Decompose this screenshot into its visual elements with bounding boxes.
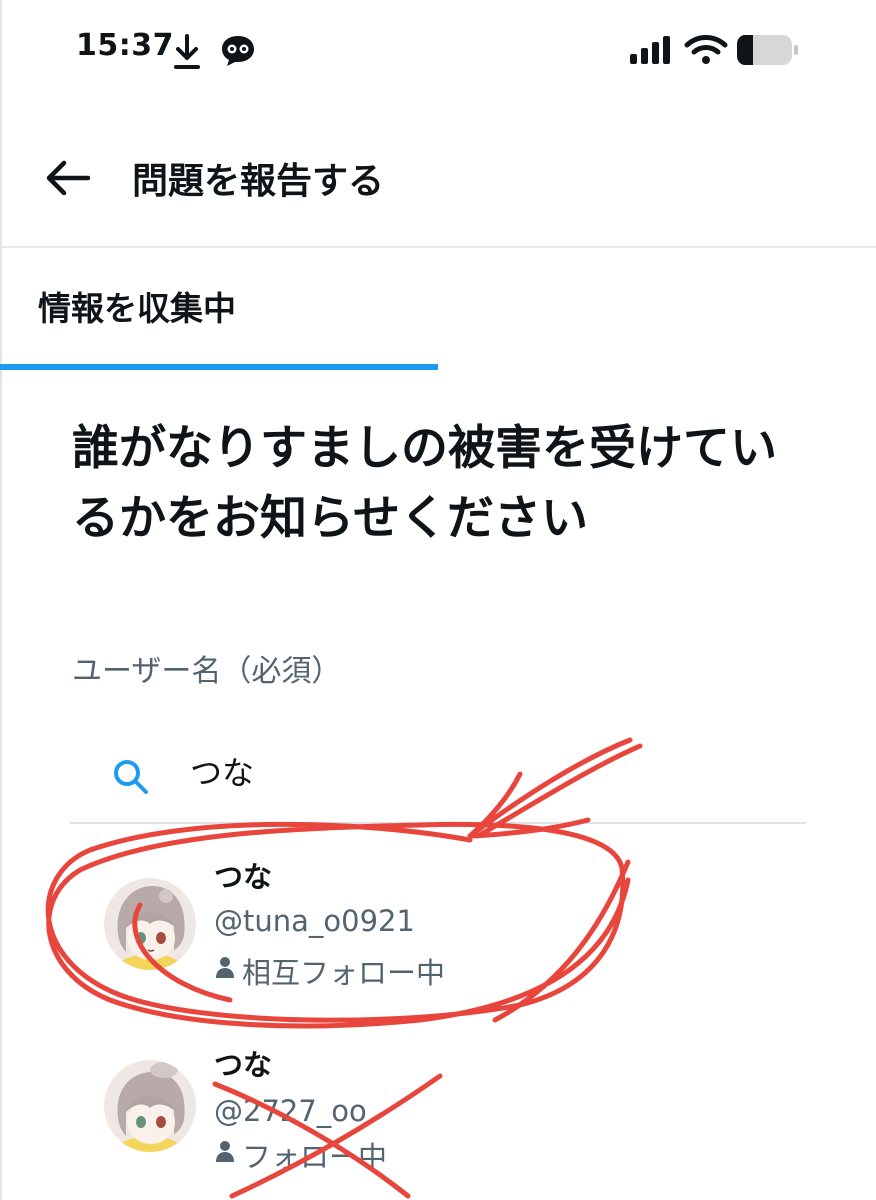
progress-bar [0, 364, 876, 370]
user-handle: @tuna_o0921 [214, 904, 415, 938]
question-heading: 誰がなりすましの被害を受けているかをお知らせください [72, 421, 777, 546]
back-arrow-icon[interactable] [44, 160, 92, 196]
header-divider [0, 246, 876, 248]
status-bar: 15:37 [0, 0, 876, 100]
avatar [104, 878, 196, 970]
avatar [104, 1060, 196, 1152]
page-title: 問題を報告する [132, 161, 385, 202]
step-label: 情報を収集中 [38, 289, 236, 328]
follow-status-label: 相互フォロー中 [242, 956, 446, 990]
user-display-name: つな [214, 1048, 273, 1082]
progress-fill [0, 364, 438, 370]
person-icon [216, 957, 234, 978]
search-icon [114, 760, 148, 794]
username-field-label: ユーザー名（必須） [72, 654, 342, 689]
username-search-input[interactable] [190, 752, 690, 790]
person-icon [216, 1141, 234, 1162]
status-time: 15:37 [76, 28, 174, 63]
download-icon [174, 34, 200, 69]
signal-icon [630, 36, 670, 64]
wifi-icon [684, 35, 728, 64]
user-result-item[interactable]: つな @tuna_o0921 相互フォロー中 [0, 850, 876, 1000]
user-display-name: つな [214, 860, 273, 894]
user-result-item[interactable]: つな @2727_oo フォロー中 [0, 1040, 876, 1190]
username-search [70, 740, 806, 824]
chat-icon [222, 36, 254, 66]
battery-icon [737, 35, 798, 65]
follow-status-label: フォロー中 [242, 1140, 388, 1174]
app-header: 問題を報告する [0, 130, 876, 246]
user-handle: @2727_oo [214, 1094, 367, 1128]
